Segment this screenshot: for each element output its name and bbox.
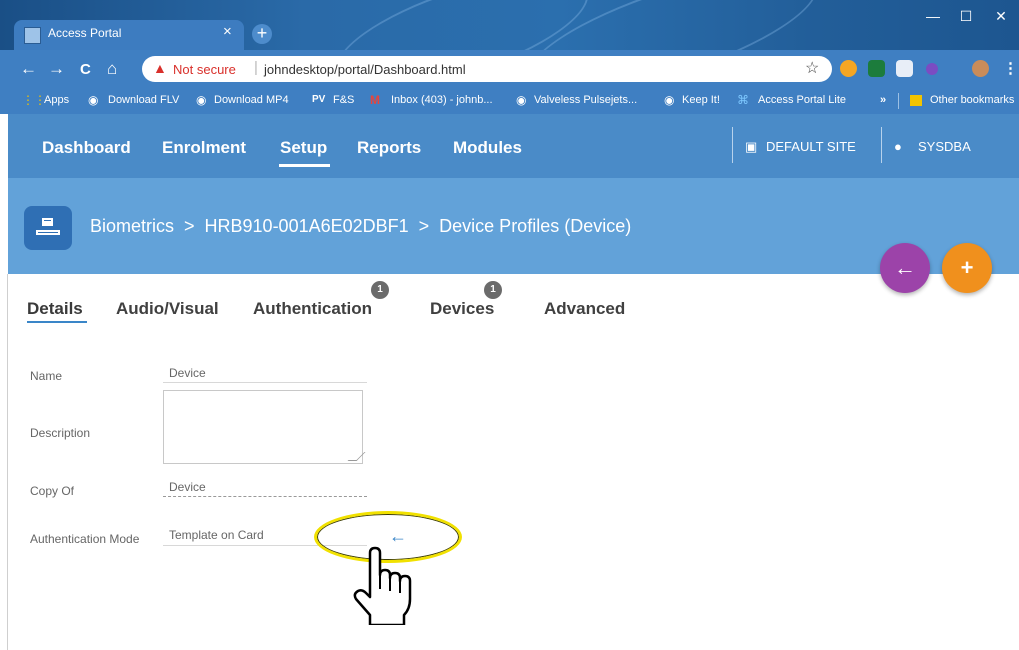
url-text[interactable]: johndesktop/portal/Dashboard.html [264,62,466,77]
description-label: Description [30,426,91,440]
bookmark-inbox[interactable]: Inbox (403) - johnb... [391,94,493,106]
bookmark-download-mp4[interactable]: Download MP4 [214,94,289,106]
tab-authentication[interactable]: Authentication [253,299,372,319]
bookmark-fs[interactable]: F&S [333,94,354,106]
copy-of-field-underline [163,496,367,497]
apps-icon: ⋮⋮ [22,93,46,107]
tab-devices[interactable]: Devices [430,299,494,319]
home-icon[interactable]: ⌂ [107,59,117,79]
nav-reports[interactable]: Reports [357,138,421,158]
tab-audio-visual[interactable]: Audio/Visual [116,299,219,319]
profile-avatar[interactable] [972,60,989,77]
extension-icon[interactable] [896,60,913,77]
close-window-icon[interactable]: ✕ [986,8,1016,25]
reload-icon[interactable]: C [80,61,91,78]
globe-icon: ◉ [196,93,207,107]
authentication-count-badge: 1 [371,281,389,299]
address-bar[interactable] [142,56,832,82]
copy-of-label: Copy Of [30,484,75,498]
tab-title: Access Portal [48,26,122,40]
site-selector[interactable]: DEFAULT SITE [766,139,856,154]
nav-divider [881,127,882,163]
bookmark-other[interactable]: Other bookmarks [930,94,1014,106]
extension-icon[interactable] [926,63,938,75]
extension-icon[interactable] [868,60,885,77]
tab-advanced[interactable]: Advanced [544,299,625,319]
tab-close-icon[interactable]: × [223,23,232,40]
back-button[interactable]: ← [880,243,930,293]
user-icon: ● [894,139,902,154]
description-textarea[interactable] [163,390,363,464]
access-portal-icon: ⌘ [737,93,749,107]
biometric-device-icon [24,206,72,250]
user-menu[interactable]: SYSDBA [918,139,971,154]
name-label: Name [30,369,63,383]
copy-of-field[interactable]: Device [169,480,206,494]
globe-icon: ◉ [88,93,99,107]
nav-dashboard[interactable]: Dashboard [42,138,131,158]
security-status[interactable]: Not secure [173,62,236,77]
add-button[interactable]: + [942,243,992,293]
name-field-underline [163,382,367,383]
maximize-icon[interactable]: ☐ [951,8,981,25]
globe-icon: ◉ [516,93,527,107]
browser-menu-icon[interactable]: ⋮ [1003,59,1018,77]
bookmark-keep-it[interactable]: Keep It! [682,94,720,106]
forward-icon[interactable]: → [48,59,65,79]
breadcrumb[interactable]: Biometrics > HRB910-001A6E02DBF1 > Devic… [90,216,631,237]
folder-icon [910,95,922,106]
bookmark-access-portal-lite[interactable]: Access Portal Lite [758,94,846,106]
bookmarks-overflow[interactable]: » [880,94,886,106]
extension-icon[interactable] [840,60,857,77]
globe-icon: ◉ [664,93,675,107]
active-nav-indicator [279,164,330,167]
new-tab-button[interactable]: + [252,24,272,44]
site-favicon-icon [24,27,41,44]
active-tab-indicator [27,321,87,323]
minimize-icon[interactable]: — [918,8,948,24]
nav-setup[interactable]: Setup [280,138,327,158]
pv-icon: PV [312,94,326,105]
name-field[interactable]: Device [169,366,206,380]
authentication-mode-field[interactable]: Template on Card [169,528,264,542]
bookmark-download-flv[interactable]: Download FLV [108,94,179,106]
content-border [7,274,8,650]
bookmark-valveless-pulsejets[interactable]: Valveless Pulsejets... [534,94,637,106]
bookmark-star-icon[interactable]: ☆ [805,58,819,78]
save-icon: ▣ [745,139,758,154]
back-icon[interactable]: ← [20,59,37,79]
bookmark-apps[interactable]: Apps [44,94,69,106]
authentication-mode-label: Authentication Mode [30,532,140,546]
nav-modules[interactable]: Modules [453,138,522,158]
warning-icon: ▲ [153,60,167,76]
hand-cursor-icon [353,546,412,625]
devices-count-badge: 1 [484,281,502,299]
tab-details[interactable]: Details [27,299,83,319]
nav-divider [732,127,733,163]
url-divider: | [254,59,258,76]
gmail-icon: M [370,93,380,107]
bookmark-divider [898,93,899,109]
nav-enrolment[interactable]: Enrolment [162,138,246,158]
